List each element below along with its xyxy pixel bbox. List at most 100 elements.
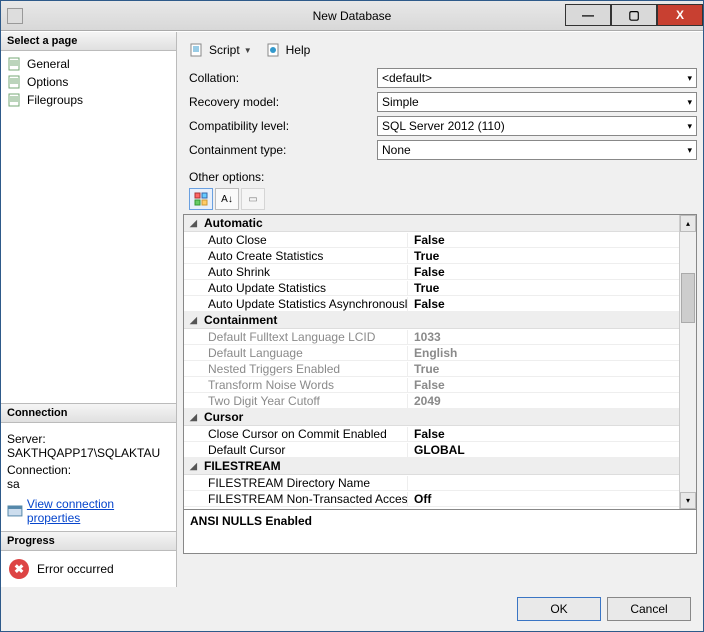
grid-value[interactable]: False <box>408 297 679 311</box>
grid-key: FILESTREAM Directory Name <box>184 476 408 490</box>
grid-value[interactable]: 2049 <box>408 394 679 408</box>
grid-value[interactable]: GLOBAL <box>408 443 679 457</box>
grid-row[interactable]: Auto Update Statistics AsynchronouslyFal… <box>184 296 679 312</box>
chevron-down-icon: ▼ <box>244 46 252 55</box>
titlebar[interactable]: New Database — ▢ X <box>1 1 703 31</box>
connection-info: Server: SAKTHQAPP17\SQLAKTAU Connection:… <box>1 423 176 531</box>
progress-status: Error occurred <box>37 562 114 576</box>
sidebar-item-general[interactable]: General <box>3 55 174 73</box>
scroll-thumb[interactable] <box>681 273 695 323</box>
connection-label: Connection: <box>7 463 170 477</box>
grid-value[interactable]: False <box>408 233 679 247</box>
grid-key: Transform Noise Words <box>184 378 408 392</box>
connection-heading: Connection <box>1 404 176 423</box>
sidebar-item-label: General <box>27 57 70 71</box>
grid-value[interactable]: True <box>408 362 679 376</box>
collation-select[interactable]: <default>▾ <box>377 68 697 88</box>
sidebar: Select a page General Options Filegroups… <box>1 32 177 587</box>
options-property-grid[interactable]: ◢AutomaticAuto CloseFalseAuto Create Sta… <box>183 214 697 510</box>
page-icon <box>7 92 23 108</box>
recovery-model-label: Recovery model: <box>183 95 377 109</box>
collapse-icon: ◢ <box>190 461 197 472</box>
containment-type-select[interactable]: None▾ <box>377 140 697 160</box>
sidebar-item-filegroups[interactable]: Filegroups <box>3 91 174 109</box>
grid-value[interactable]: English <box>408 346 679 360</box>
new-database-dialog: New Database — ▢ X Select a page General… <box>0 0 704 632</box>
help-button[interactable]: Help <box>262 40 315 60</box>
grid-row[interactable]: Close Cursor on Commit EnabledFalse <box>184 426 679 442</box>
close-button[interactable]: X <box>657 4 703 26</box>
page-icon <box>7 74 23 90</box>
compatibility-level-select[interactable]: SQL Server 2012 (110)▾ <box>377 116 697 136</box>
properties-icon <box>7 503 23 519</box>
error-icon: ✖ <box>9 559 29 579</box>
grid-row[interactable]: Auto CloseFalse <box>184 232 679 248</box>
grid-key: Two Digit Year Cutoff <box>184 394 408 408</box>
scroll-up-button[interactable]: ▴ <box>680 215 696 232</box>
scroll-down-button[interactable]: ▾ <box>680 492 696 509</box>
server-value: SAKTHQAPP17\SQLAKTAU <box>7 446 170 460</box>
progress-heading: Progress <box>1 532 176 551</box>
grid-row[interactable]: Transform Noise WordsFalse <box>184 377 679 393</box>
sidebar-item-options[interactable]: Options <box>3 73 174 91</box>
categorized-view-button[interactable] <box>189 188 213 210</box>
grid-value[interactable]: False <box>408 378 679 392</box>
page-icon <box>7 56 23 72</box>
grid-key: Auto Create Statistics <box>184 249 408 263</box>
alphabetical-view-button[interactable]: A↓ <box>215 188 239 210</box>
grid-value[interactable]: False <box>408 427 679 441</box>
grid-row[interactable]: FILESTREAM Directory Name <box>184 475 679 491</box>
grid-row[interactable]: FILESTREAM Non-Transacted AccessOff <box>184 491 679 507</box>
grid-row[interactable]: Auto Create StatisticsTrue <box>184 248 679 264</box>
grid-section-header[interactable]: ◢FILESTREAM <box>184 458 679 475</box>
sidebar-item-label: Filegroups <box>27 93 83 107</box>
cancel-button[interactable]: Cancel <box>607 597 691 621</box>
maximize-button[interactable]: ▢ <box>611 4 657 26</box>
grid-value[interactable]: Off <box>408 492 679 506</box>
chevron-down-icon: ▾ <box>687 97 692 108</box>
property-description: ANSI NULLS Enabled <box>183 510 697 554</box>
script-icon <box>189 42 205 58</box>
grid-key: Auto Shrink <box>184 265 408 279</box>
property-pages-button[interactable]: ▭ <box>241 188 265 210</box>
grid-value[interactable]: False <box>408 265 679 279</box>
chevron-down-icon: ▾ <box>687 145 692 156</box>
minimize-button[interactable]: — <box>565 4 611 26</box>
grid-value[interactable]: 1033 <box>408 330 679 344</box>
window-title: New Database <box>313 9 392 23</box>
grid-key: Auto Update Statistics <box>184 281 408 295</box>
grid-key: Auto Update Statistics Asynchronously <box>184 297 408 311</box>
server-label: Server: <box>7 432 170 446</box>
grid-row[interactable]: Default Fulltext Language LCID1033 <box>184 329 679 345</box>
grid-key: Close Cursor on Commit Enabled <box>184 427 408 441</box>
view-connection-properties-link[interactable]: View connection properties <box>7 497 170 525</box>
grid-value[interactable]: True <box>408 281 679 295</box>
grid-row[interactable]: Auto Update StatisticsTrue <box>184 280 679 296</box>
vertical-scrollbar[interactable]: ▴ ▾ <box>679 215 696 509</box>
grid-key: Nested Triggers Enabled <box>184 362 408 376</box>
ok-button[interactable]: OK <box>517 597 601 621</box>
select-page-heading: Select a page <box>1 32 176 51</box>
compatibility-level-label: Compatibility level: <box>183 119 377 133</box>
script-button[interactable]: Script ▼ <box>185 40 256 60</box>
collapse-icon: ◢ <box>190 412 197 423</box>
grid-key: Auto Close <box>184 233 408 247</box>
collapse-icon: ◢ <box>190 218 197 229</box>
grid-row[interactable]: Auto ShrinkFalse <box>184 264 679 280</box>
other-options-label: Other options: <box>183 170 697 184</box>
connection-value: sa <box>7 477 170 491</box>
grid-section-header[interactable]: ◢Cursor <box>184 409 679 426</box>
grid-section-header[interactable]: ◢Automatic <box>184 215 679 232</box>
grid-row[interactable]: Default CursorGLOBAL <box>184 442 679 458</box>
grid-value[interactable]: True <box>408 249 679 263</box>
chevron-down-icon: ▾ <box>687 73 692 84</box>
grid-row[interactable]: Default LanguageEnglish <box>184 345 679 361</box>
grid-section-header[interactable]: ◢Containment <box>184 312 679 329</box>
sidebar-item-label: Options <box>27 75 68 89</box>
grid-key: Default Language <box>184 346 408 360</box>
collapse-icon: ◢ <box>190 315 197 326</box>
recovery-model-select[interactable]: Simple▾ <box>377 92 697 112</box>
grid-row[interactable]: Nested Triggers EnabledTrue <box>184 361 679 377</box>
grid-row[interactable]: Two Digit Year Cutoff2049 <box>184 393 679 409</box>
collation-label: Collation: <box>183 71 377 85</box>
